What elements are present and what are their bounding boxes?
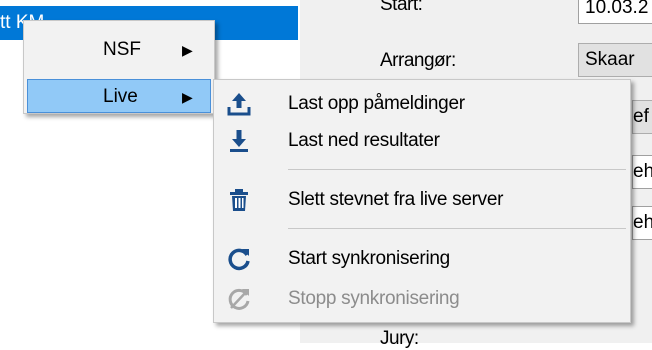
menu-separator	[288, 228, 626, 229]
download-results-label: Last ned resultater	[288, 130, 440, 151]
upload-entries-label: Last opp påmeldinger	[288, 93, 465, 114]
start-label: Start:	[380, 0, 423, 15]
context-menu: NSF ▶ Live ▶	[23, 20, 215, 114]
start-date-value: 10.03.2	[585, 0, 649, 18]
menu-item-upload-entries[interactable]: Last opp påmeldinger	[218, 88, 626, 120]
arranger-value: Skaar	[585, 49, 635, 70]
menu-separator	[288, 169, 626, 170]
menu-item-live-label: Live	[103, 86, 138, 107]
stop-sync-label: Stopp synkronisering	[288, 288, 460, 309]
stop-sync-icon	[226, 286, 252, 312]
start-date-field[interactable]: 10.03.2	[578, 0, 652, 24]
live-submenu: Last opp påmeldinger Last ned resultater…	[213, 79, 631, 323]
submenu-arrow-icon: ▶	[182, 42, 193, 58]
download-icon	[226, 128, 252, 154]
partial-field-1-text: ef	[633, 106, 649, 127]
menu-item-download-results[interactable]: Last ned resultater	[218, 125, 626, 157]
menu-item-start-sync[interactable]: Start synkronisering	[218, 243, 626, 275]
partial-field-3-text: eh	[633, 212, 652, 233]
arranger-label: Arrangør:	[380, 50, 456, 71]
menu-item-stop-sync: Stopp synkronisering	[218, 283, 626, 315]
jury-label: Jury:	[380, 328, 419, 349]
partial-field-2[interactable]: eh	[632, 155, 652, 189]
menu-item-nsf-label: NSF	[103, 39, 141, 60]
partial-field-1[interactable]: ef	[632, 100, 652, 134]
menu-item-nsf[interactable]: NSF ▶	[27, 33, 211, 67]
menu-item-live[interactable]: Live ▶	[27, 79, 211, 113]
start-sync-label: Start synkronisering	[288, 248, 450, 269]
delete-meet-label: Slett stevnet fra live server	[288, 189, 504, 210]
submenu-arrow-icon: ▶	[182, 89, 193, 105]
trash-icon	[226, 187, 252, 213]
refresh-icon	[226, 246, 252, 272]
partial-field-2-text: eh	[633, 161, 652, 182]
partial-field-3[interactable]: eh	[632, 206, 652, 240]
upload-icon	[226, 91, 252, 117]
arranger-field[interactable]: Skaar	[578, 43, 652, 77]
menu-item-delete-meet[interactable]: Slett stevnet fra live server	[218, 184, 626, 216]
